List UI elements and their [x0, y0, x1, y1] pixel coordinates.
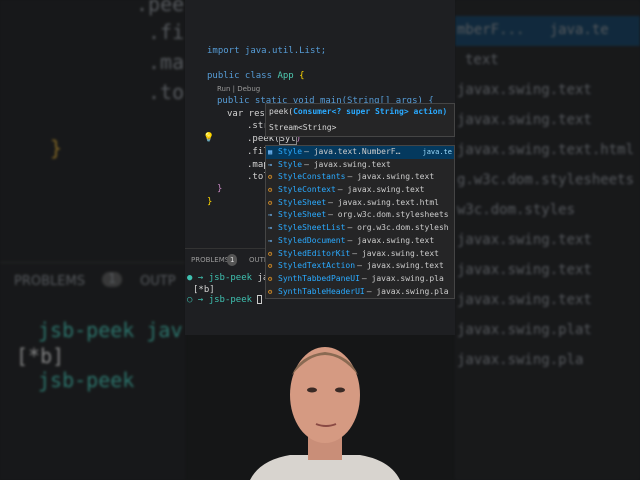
suggestion-detail: – java.text.NumberF… — [304, 147, 401, 156]
code-line-close: } — [207, 197, 213, 207]
bg-text: } — [50, 136, 63, 160]
code-line-import[interactable]: import java.util.List; — [207, 45, 326, 57]
suggestion-detail: – javax.swing.text.html — [328, 197, 439, 207]
code-line-close: } — [217, 184, 223, 194]
bg-text: .pee — [136, 0, 185, 16]
bg-text: javax.swing.plat — [457, 322, 592, 338]
bg-text: javax.swing.text — [457, 82, 592, 98]
tab-problems[interactable]: PROBLEMS — [191, 254, 229, 266]
vscode-window: import java.util.List; public class App … — [185, 0, 455, 335]
interface-icon: ⊸ — [268, 236, 273, 245]
suggestion-item[interactable]: ⊸ StyleSheet – org.w3c.dom.stylesheets — [266, 209, 454, 222]
bg-text: jsb-peek — [38, 368, 135, 392]
bg-text: .fi — [148, 20, 185, 44]
suggestion-name: StyleSheet — [278, 210, 327, 220]
bg-text: javax.swing.pla — [457, 352, 584, 368]
suggestion-name: SynthTabbedPaneUI — [278, 273, 360, 283]
suggestion-name: StyledDocument — [278, 235, 346, 245]
class-icon: ⚙ — [268, 262, 273, 271]
interface-icon: ⊸ — [268, 224, 273, 233]
suggestion-detail: – javax.swing.text — [357, 261, 444, 271]
suggestion-item[interactable]: ⚙ StyleConstants – javax.swing.text — [266, 171, 454, 184]
suggestion-name: SynthTableHeaderUI — [278, 286, 365, 296]
class-c-icon: ▦ — [268, 148, 273, 156]
code-line-var[interactable]: var resu — [227, 108, 270, 120]
bg-text: jsb-peek jav — [38, 318, 183, 342]
suggestion-detail: – javax.swing.text — [347, 235, 435, 245]
signature-help: peek(Consumer<? super String> action) St… — [265, 103, 455, 137]
suggestion-detail: – javax.swing.text — [352, 248, 439, 258]
class-icon: ⚙ — [268, 186, 273, 195]
class-icon: ⚙ — [268, 198, 273, 207]
suggestion-name: StyledTextAction — [278, 261, 356, 271]
bg-text: javax.swing.text — [457, 112, 592, 128]
bg-text: w3c.dom.styles — [457, 202, 576, 218]
class-icon: ⚙ — [268, 274, 273, 283]
suggestion-list[interactable]: ▦ Style – java.text.NumberF… java.te ⊸ Style… — [265, 145, 455, 300]
suggestion-item[interactable]: ▦ Style – java.text.NumberF… java.te — [266, 146, 454, 159]
class-icon: ⚙ — [268, 249, 273, 258]
suggestion-detail: – javax.swing.pla — [361, 273, 444, 283]
bg-text: text — [465, 52, 499, 68]
suggestion-name: StyledEditorKit — [278, 248, 351, 258]
suggestion-item[interactable]: ⚙ StyledEditorKit – javax.swing.text — [266, 248, 454, 261]
problems-badge: 1 — [227, 254, 238, 266]
interface-icon: ⊸ — [268, 160, 273, 169]
suggestion-detail: – javax.swing.text — [304, 159, 391, 169]
bg-text: OUTP — [140, 274, 176, 289]
bg-text: javax.swing.text — [457, 232, 592, 248]
bg-text: 1 — [102, 272, 122, 287]
suggestion-detail: – javax.swing.text — [337, 185, 425, 195]
suggestion-name: Style — [278, 159, 303, 169]
presenter-video — [250, 347, 400, 480]
lightbulb-icon[interactable]: 💡 — [203, 132, 214, 144]
suggestion-name: StyleSheet — [278, 197, 327, 207]
bg-text: g.w3c.dom.stylesheets — [457, 172, 635, 188]
suggestion-item[interactable]: ⊸ Style – javax.swing.text — [266, 159, 454, 172]
interface-icon: ⊸ — [268, 211, 273, 220]
blurred-background-left: .pee .fi .ma .to } PROBLEMS 1 OUTP jsb-p… — [0, 0, 185, 480]
suggestion-item[interactable]: ⚙ StyledTextAction – javax.swing.text — [266, 260, 454, 273]
bg-text: javax.swing.text.html — [457, 142, 635, 158]
bg-text: .to — [148, 80, 185, 104]
bg-text: javax.swing.text — [457, 292, 592, 308]
bg-text: [*b] — [16, 344, 65, 368]
suggestion-name: StyleContext — [278, 185, 336, 195]
suggestion-detail: – javax.swing.text — [347, 172, 435, 182]
terminal-prompt[interactable]: ○ → jsb-peek — [187, 294, 263, 306]
suggestion-name: Style — [278, 147, 303, 156]
class-icon: ⚙ — [268, 173, 273, 182]
bg-text: javax.swing.text — [457, 262, 592, 278]
suggestion-detail: – org.w3c.dom.stylesh — [347, 223, 449, 233]
suggestion-item[interactable]: ⊸ StyledDocument – javax.swing.text — [266, 235, 454, 248]
suggestion-item[interactable]: ⚙ StyleContext – javax.swing.text — [266, 184, 454, 197]
suggestion-detail: – javax.swing.pla — [366, 286, 449, 296]
blurred-background-right: mberF... java.te text javax.swing.text j… — [455, 0, 640, 480]
suggestion-package: java.te — [422, 148, 452, 156]
signature-return-type: Stream<String> — [269, 123, 337, 132]
suggestion-item[interactable]: ⚙ SynthTableHeaderUI – javax.swing.pla — [266, 286, 454, 299]
suggestion-name: StyleSheetList — [278, 223, 346, 233]
class-icon: ⚙ — [268, 287, 273, 296]
suggestion-item[interactable]: ⊸ StyleSheetList – org.w3c.dom.stylesh — [266, 222, 454, 235]
code-line-class[interactable]: public class App { — [207, 70, 305, 82]
suggestion-name: StyleConstants — [278, 172, 346, 182]
suggestion-detail: – org.w3c.dom.stylesheets — [328, 210, 449, 220]
codelens-run-debug[interactable]: Run | Debug — [217, 83, 260, 95]
bg-text: mberF... java.te — [457, 22, 609, 38]
suggestion-item[interactable]: ⚙ SynthTabbedPaneUI – javax.swing.pla — [266, 273, 454, 286]
terminal-line: ● → jsb-peek jav — [187, 273, 274, 283]
bg-text: PROBLEMS — [14, 274, 85, 289]
suggestion-item[interactable]: ⚙ StyleSheet – javax.swing.text.html — [266, 197, 454, 210]
bg-text: .ma — [148, 50, 185, 74]
